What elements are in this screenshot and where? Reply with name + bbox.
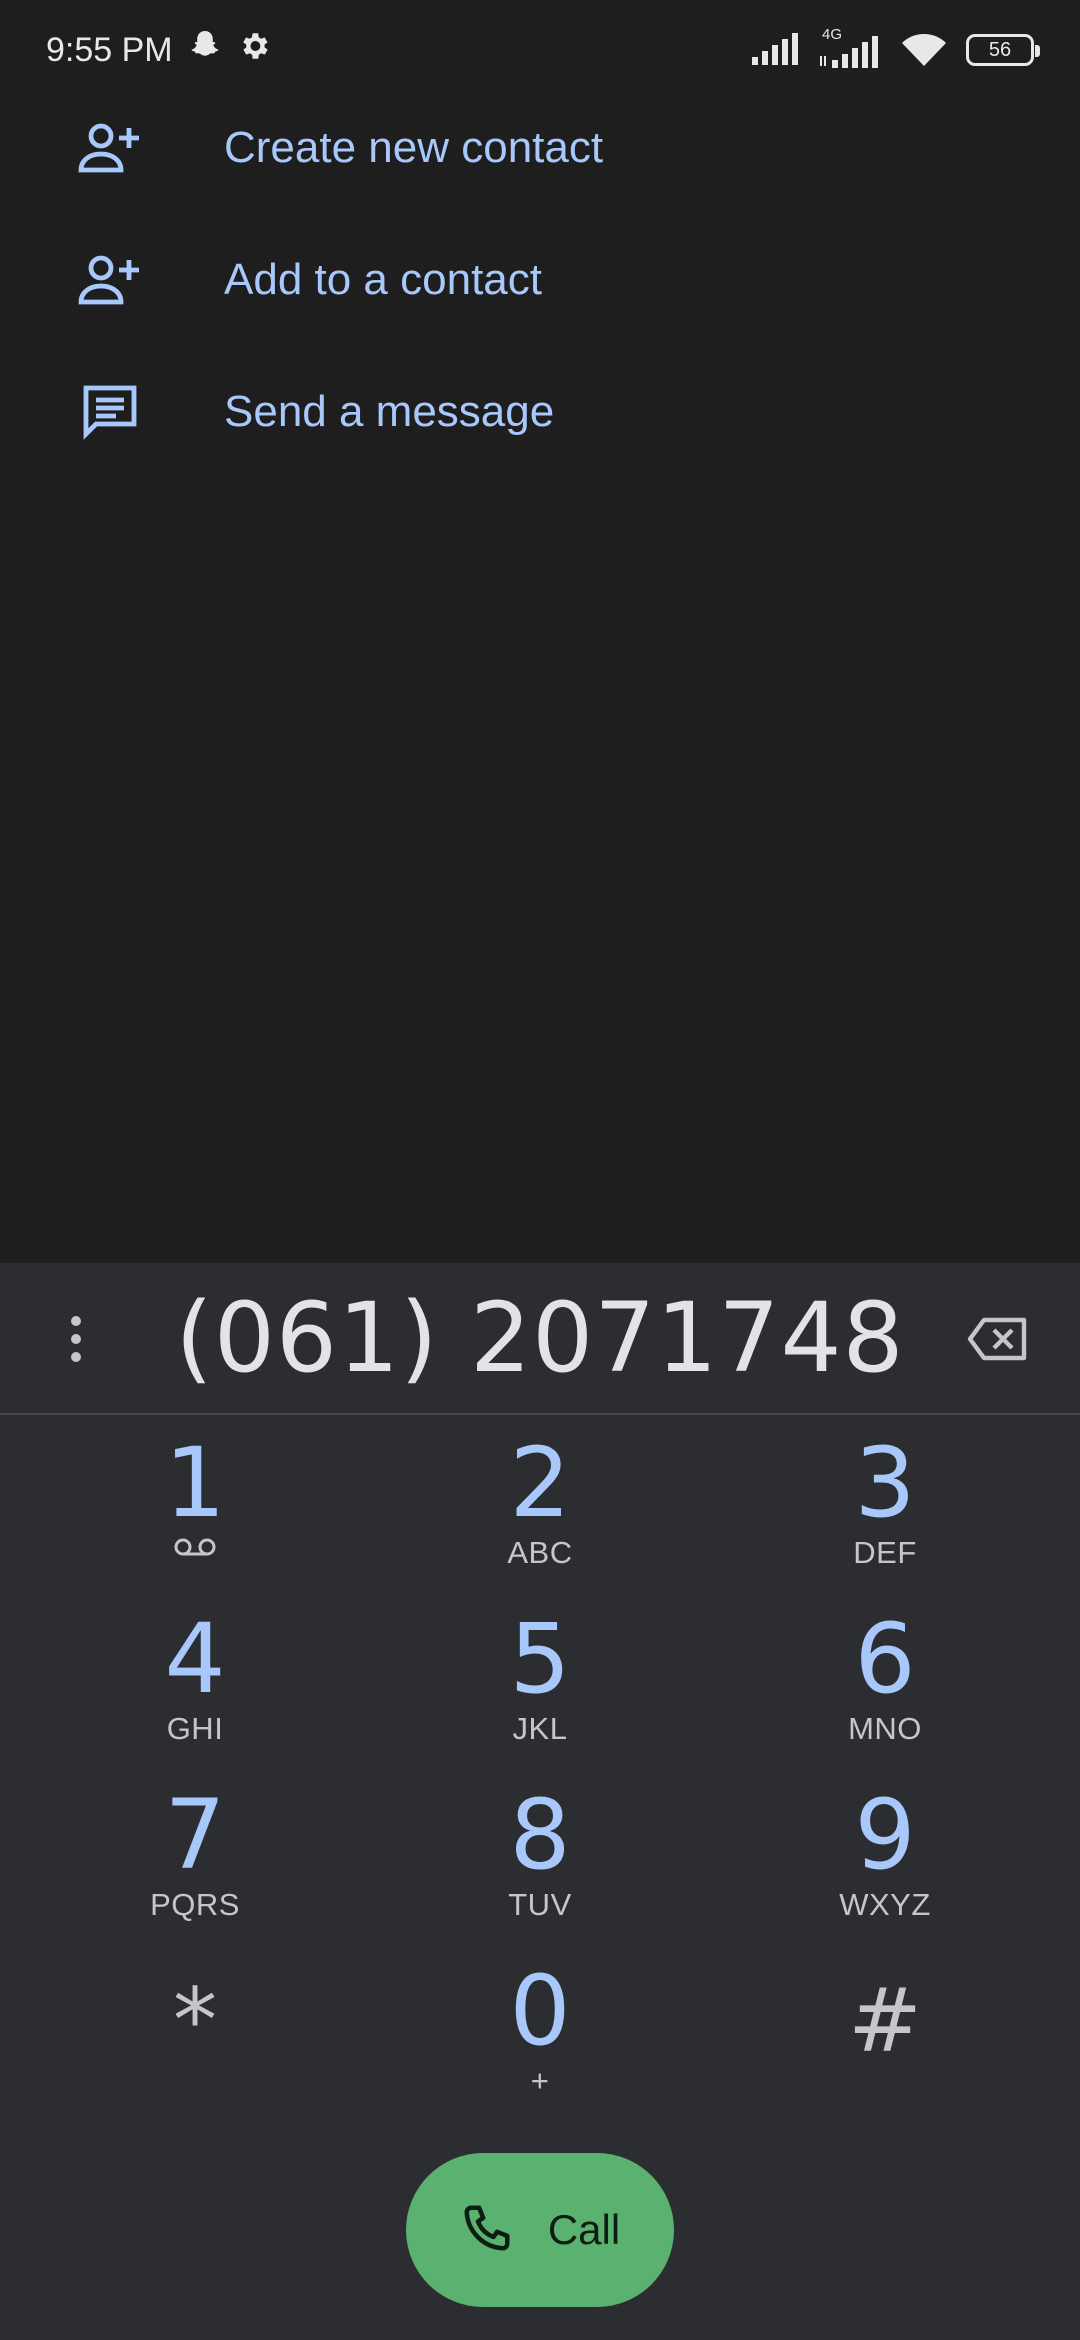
key-star[interactable]: * — [23, 1959, 368, 2135]
key-letters: MNO — [848, 1711, 922, 1746]
key-4[interactable]: 4 GHI — [23, 1607, 368, 1783]
key-letters: ABC — [507, 1535, 573, 1570]
call-button[interactable]: Call — [406, 2153, 674, 2307]
voicemail-icon — [173, 1537, 217, 1562]
key-5[interactable]: 5 JKL — [368, 1607, 713, 1783]
dialed-number[interactable]: (061) 2071748 — [175, 1282, 904, 1394]
key-letters: WXYZ — [839, 1887, 931, 1922]
key-letters: JKL — [512, 1711, 568, 1746]
call-label: Call — [547, 2206, 621, 2253]
key-7[interactable]: 7 PQRS — [23, 1783, 368, 1959]
key-digit: 5 — [509, 1603, 571, 1715]
key-digit: 0 — [509, 1955, 571, 2067]
signal-icon — [750, 31, 802, 70]
dialpad-keys: 1 2 ABC 3 DEF 4 GHI 5 JKL 6 MNO 7 PQRS 8… — [0, 1431, 1080, 2135]
key-symbol: # — [848, 1969, 922, 2072]
action-list: Create new contact Add to a contact Send… — [0, 82, 1080, 478]
create-new-contact-item[interactable]: Create new contact — [0, 82, 1080, 214]
wifi-icon — [898, 28, 950, 73]
action-label: Create new contact — [224, 123, 604, 172]
backspace-button[interactable] — [956, 1301, 1040, 1377]
dialpad-sheet: (061) 2071748 1 2 ABC 3 DEF 4 GHI 5 JKL … — [0, 1263, 1080, 2340]
battery-indicator: 56 — [966, 34, 1040, 66]
key-digit: 3 — [854, 1427, 916, 1539]
key-digit: 7 — [164, 1779, 226, 1891]
battery-level: 56 — [988, 38, 1012, 61]
key-1[interactable]: 1 — [23, 1431, 368, 1607]
key-digit: 8 — [509, 1779, 571, 1891]
message-icon — [76, 378, 144, 446]
more-vert-icon — [71, 1316, 81, 1362]
key-9[interactable]: 9 WXYZ — [713, 1783, 1058, 1959]
add-to-contact-item[interactable]: Add to a contact — [0, 214, 1080, 346]
person-add-icon — [76, 114, 144, 182]
status-left: 9:55 PM — [46, 28, 271, 73]
key-symbol: * — [173, 1969, 217, 2072]
key-0[interactable]: 0 + — [368, 1959, 713, 2135]
number-row: (061) 2071748 — [0, 1263, 1080, 1415]
key-letters: DEF — [853, 1535, 917, 1570]
key-letters: + — [530, 2063, 550, 2098]
person-add-icon — [76, 246, 144, 314]
key-hash[interactable]: # — [713, 1959, 1058, 2135]
key-6[interactable]: 6 MNO — [713, 1607, 1058, 1783]
key-2[interactable]: 2 ABC — [368, 1431, 713, 1607]
send-message-item[interactable]: Send a message — [0, 346, 1080, 478]
phone-icon — [460, 2201, 514, 2260]
key-digit: 6 — [854, 1603, 916, 1715]
key-letters: GHI — [166, 1711, 224, 1746]
signal-4g-icon: 4G — [818, 26, 882, 70]
backspace-icon — [967, 1317, 1027, 1361]
action-label: Add to a contact — [224, 255, 542, 304]
action-label: Send a message — [224, 387, 555, 436]
settings-gear-icon — [237, 29, 271, 72]
key-digit: 4 — [164, 1603, 226, 1715]
key-3[interactable]: 3 DEF — [713, 1431, 1058, 1607]
key-digit: 2 — [509, 1427, 571, 1539]
key-letters: PQRS — [150, 1887, 240, 1922]
dialer-screen: 9:55 PM 4G 56 Create new contact Add to … — [0, 0, 1080, 2340]
key-digit: 1 — [164, 1427, 226, 1539]
key-digit: 9 — [854, 1779, 916, 1891]
status-right: 4G 56 — [750, 26, 1040, 73]
more-options-button[interactable] — [46, 1301, 106, 1377]
status-time: 9:55 PM — [46, 30, 173, 69]
snapchat-icon — [187, 28, 223, 73]
key-8[interactable]: 8 TUV — [368, 1783, 713, 1959]
key-letters: TUV — [508, 1887, 572, 1922]
